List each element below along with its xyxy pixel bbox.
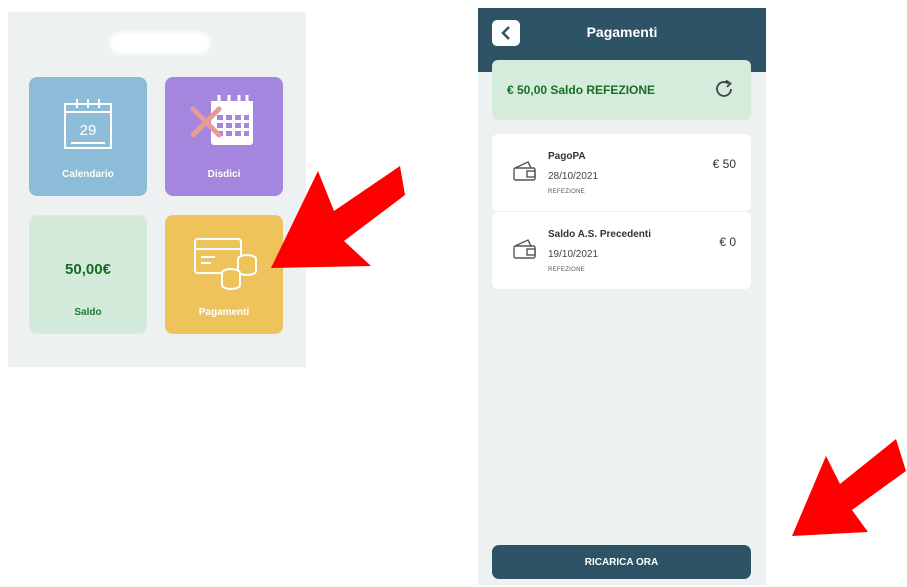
calendar-icon: 29 [64, 99, 112, 149]
payment-item[interactable]: Saldo A.S. Precedenti 19/10/2021 REFEZIO… [492, 212, 751, 289]
payments-label: Pagamenti [198, 307, 250, 318]
wallet-icon [513, 239, 536, 259]
arrow-to-recharge-icon [792, 439, 906, 536]
wallet-icon [513, 161, 536, 181]
payment-amount: € 50 [712, 157, 736, 171]
card-coins-icon [194, 238, 257, 290]
calendar-label: Calendario [62, 169, 114, 180]
payment-date: 19/10/2021 [548, 249, 599, 260]
balance-label: Saldo [74, 307, 102, 318]
calendar-tile[interactable]: 29 Calendario [29, 77, 147, 196]
balance-card: € 50,00 Saldo REFEZIONE [492, 60, 751, 120]
payments-screen: Pagamenti € 50,00 Saldo REFEZIONE PagoPA… [478, 8, 766, 585]
payment-date: 28/10/2021 [548, 171, 599, 182]
blurred-user-name [110, 32, 210, 54]
page-title: Pagamenti [586, 24, 658, 40]
payment-type: REFEZIONE [548, 189, 586, 195]
home-screen: 29 Calendario Disdici 50,00€ Saldo Pagam… [8, 12, 306, 367]
arrow-to-payments-icon [271, 166, 405, 268]
payment-amount: € 0 [719, 235, 736, 249]
calendar-cancel-icon [190, 95, 253, 145]
calendar-day: 29 [80, 122, 97, 139]
balance-value: 50,00€ [65, 261, 111, 278]
balance-tile[interactable]: 50,00€ Saldo [29, 215, 147, 334]
payment-item[interactable]: PagoPA 28/10/2021 REFEZIONE € 50 [492, 134, 751, 211]
payment-title: PagoPA [548, 151, 586, 162]
recharge-button[interactable]: RICARICA ORA [492, 545, 751, 579]
cancel-label: Disdici [207, 169, 241, 180]
refresh-icon[interactable] [713, 78, 735, 100]
payments-tile[interactable]: Pagamenti [165, 215, 283, 334]
payment-title: Saldo A.S. Precedenti [548, 229, 651, 240]
cancel-tile[interactable]: Disdici [165, 77, 283, 196]
payment-type: REFEZIONE [548, 267, 586, 273]
balance-text: € 50,00 Saldo REFEZIONE [507, 83, 656, 97]
